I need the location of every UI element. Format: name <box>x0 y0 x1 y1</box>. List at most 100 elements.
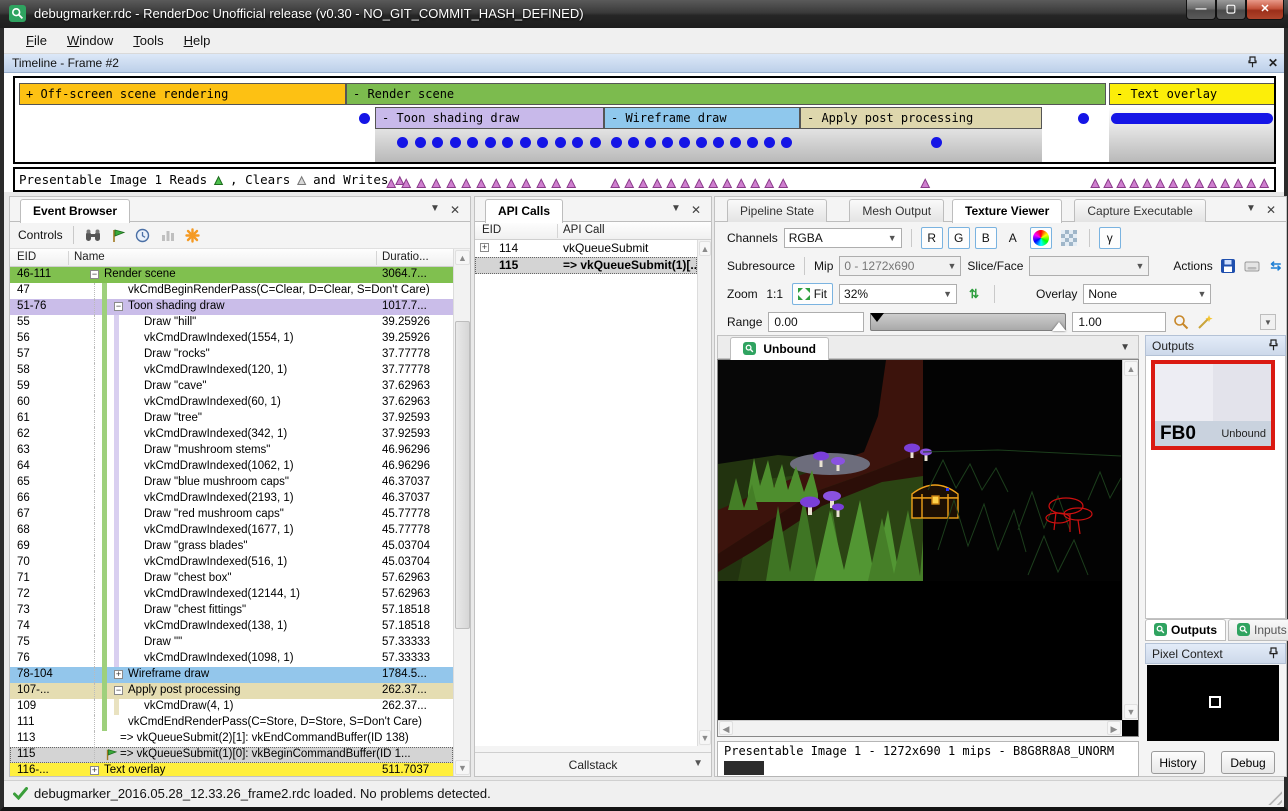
write-marker-triangle[interactable]: ▲ <box>667 175 675 191</box>
event-row[interactable]: 62vkCmdDrawIndexed(342, 1)37.92593 <box>10 427 453 443</box>
event-row[interactable]: 56vkCmdDrawIndexed(1554, 1)39.25926 <box>10 331 453 347</box>
event-browser-scrollbar[interactable]: ▲ ▼ <box>453 249 470 776</box>
fb0-thumbnail[interactable]: FB0 Unbound <box>1151 360 1275 450</box>
draw-dot[interactable] <box>520 137 531 148</box>
toolbar-overflow-icon[interactable]: ▼ <box>1260 314 1276 330</box>
write-marker-triangle[interactable]: ▲ <box>1130 175 1138 191</box>
draw-dot[interactable] <box>537 137 548 148</box>
pin-icon[interactable] <box>1268 647 1279 662</box>
event-row[interactable]: 72vkCmdDrawIndexed(12144, 1)57.62963 <box>10 587 453 603</box>
timeline-marker[interactable]: - Text overlay <box>1109 83 1275 105</box>
write-marker-triangle[interactable]: ▲ <box>432 175 440 191</box>
write-marker-triangle[interactable]: ▲ <box>681 175 689 191</box>
scroll-down-icon[interactable]: ▼ <box>1124 704 1138 719</box>
fit-toggle[interactable]: Fit <box>792 283 833 305</box>
range-white-point-handle[interactable] <box>1052 322 1066 331</box>
write-marker-triangle[interactable]: ▲ <box>625 175 633 191</box>
scroll-left-icon[interactable]: ◀ <box>719 721 733 735</box>
timeline-marker[interactable]: - Apply post processing <box>800 107 1042 129</box>
flip-y-button[interactable]: ⇅ <box>963 283 985 305</box>
gamma-toggle[interactable]: γ <box>1099 227 1121 249</box>
api-call-row[interactable]: +114vkQueueSubmit <box>475 240 697 257</box>
scroll-up-icon[interactable]: ▲ <box>1124 361 1138 376</box>
channels-select[interactable]: RGBA▼ <box>784 228 902 248</box>
draw-dot[interactable] <box>450 137 461 148</box>
chevron-down-icon[interactable]: ▼ <box>671 203 681 217</box>
tree-collapse-icon[interactable]: − <box>114 302 123 311</box>
draw-dot[interactable] <box>764 137 775 148</box>
zoom-1to1-button[interactable]: 1:1 <box>764 283 786 305</box>
event-row[interactable]: 109vkCmdDraw(4, 1)262.37... <box>10 699 453 715</box>
event-row[interactable]: 73Draw "chest fittings"57.18518 <box>10 603 453 619</box>
write-marker-triangle[interactable]: ▲ <box>417 175 425 191</box>
draw-dot[interactable] <box>572 137 583 148</box>
write-marker-triangle[interactable]: ▲ <box>1143 175 1151 191</box>
write-marker-triangle[interactable]: ▲ <box>1260 175 1268 191</box>
event-row[interactable]: 74vkCmdDrawIndexed(138, 1)57.18518 <box>10 619 453 635</box>
tree-expand-icon[interactable]: + <box>90 766 99 775</box>
draw-dot[interactable] <box>397 137 408 148</box>
menu-window[interactable]: Window <box>57 29 123 52</box>
timeline-marker[interactable]: - Render scene <box>346 83 1106 105</box>
event-row[interactable]: 61Draw "tree"37.92593 <box>10 411 453 427</box>
draw-dot[interactable] <box>432 137 443 148</box>
timeline-track[interactable]: + Off-screen scene rendering- Render sce… <box>13 76 1276 164</box>
link-icon[interactable] <box>1243 257 1261 275</box>
draw-dot[interactable] <box>747 137 758 148</box>
write-marker-triangle[interactable]: ▲ <box>653 175 661 191</box>
pixel-context-view[interactable] <box>1147 665 1279 741</box>
draw-dot[interactable] <box>696 137 707 148</box>
time-draws-icon[interactable] <box>134 226 152 244</box>
event-row[interactable]: 71Draw "chest box"57.62963 <box>10 571 453 587</box>
close-button[interactable]: ✕ <box>1246 0 1284 20</box>
tab-current-texture[interactable]: Unbound <box>730 337 829 360</box>
event-row[interactable]: 70vkCmdDrawIndexed(516, 1)45.03704 <box>10 555 453 571</box>
event-row[interactable]: 111vkCmdEndRenderPass(C=Store, D=Store, … <box>10 715 453 731</box>
tab-outputs[interactable]: Outputs <box>1145 619 1226 641</box>
stats-icon[interactable] <box>159 226 177 244</box>
callstack-section[interactable]: Callstack ▼ <box>475 752 711 776</box>
draw-dot[interactable] <box>359 113 370 124</box>
draw-dot[interactable] <box>1078 113 1089 124</box>
pin-icon[interactable] <box>1268 339 1279 354</box>
write-marker-triangle[interactable]: ▲ <box>1169 175 1177 191</box>
texture-hscrollbar[interactable]: ◀ ▶ <box>718 720 1122 736</box>
maximize-button[interactable]: ▢ <box>1216 0 1246 20</box>
write-marker-triangle[interactable]: ▲ <box>1234 175 1242 191</box>
event-row[interactable]: 65Draw "blue mushroom caps"46.37037 <box>10 475 453 491</box>
menu-help[interactable]: Help <box>174 29 221 52</box>
resize-grip[interactable] <box>1268 791 1282 805</box>
texture-view[interactable]: ▲ ▼ ◀ ▶ <box>717 359 1139 737</box>
menu-file[interactable]: File <box>16 29 57 52</box>
tab-event-browser[interactable]: Event Browser <box>20 199 130 223</box>
event-row[interactable]: 46-111−Render scene3064.7... <box>10 267 453 283</box>
draw-dot[interactable] <box>555 137 566 148</box>
close-icon[interactable]: ✕ <box>691 203 701 217</box>
write-marker-triangle[interactable]: ▲ <box>1247 175 1255 191</box>
scroll-up-icon[interactable]: ▲ <box>455 250 470 265</box>
write-marker-triangle[interactable]: ▲ <box>1221 175 1229 191</box>
tab-texture-viewer[interactable]: Texture Viewer <box>952 199 1062 223</box>
event-row[interactable]: 59Draw "cave"37.62963 <box>10 379 453 395</box>
goto-eid-icon[interactable] <box>109 226 127 244</box>
range-min-value[interactable]: 0.00 <box>768 312 864 332</box>
save-icon[interactable] <box>1219 257 1237 275</box>
find-icon[interactable] <box>84 226 102 244</box>
chevron-down-icon[interactable]: ▼ <box>430 203 440 217</box>
chevron-down-icon[interactable]: ▼ <box>1246 203 1256 217</box>
event-row[interactable]: 115=> vkQueueSubmit(1)[0]: vkBeginComman… <box>10 747 453 763</box>
texture-list-dropdown-icon[interactable]: ▼ <box>1120 342 1130 353</box>
scroll-down-icon[interactable]: ▼ <box>699 730 711 745</box>
event-row[interactable]: 58vkCmdDrawIndexed(120, 1)37.77778 <box>10 363 453 379</box>
write-marker-triangle[interactable]: ▲ <box>552 175 560 191</box>
bookmark-icon[interactable] <box>184 226 202 244</box>
write-marker-triangle[interactable]: ▲ <box>695 175 703 191</box>
channel-b-toggle[interactable]: B <box>975 227 997 249</box>
write-marker-triangle[interactable]: ▲ <box>639 175 647 191</box>
write-marker-triangle[interactable]: ▲ <box>507 175 515 191</box>
write-marker-triangle[interactable]: ▲ <box>611 175 619 191</box>
write-marker-triangle[interactable]: ▲ <box>537 175 545 191</box>
write-marker-triangle[interactable]: ▲ <box>723 175 731 191</box>
range-slider[interactable] <box>870 313 1066 331</box>
write-marker-triangle[interactable]: ▲ <box>1156 175 1164 191</box>
